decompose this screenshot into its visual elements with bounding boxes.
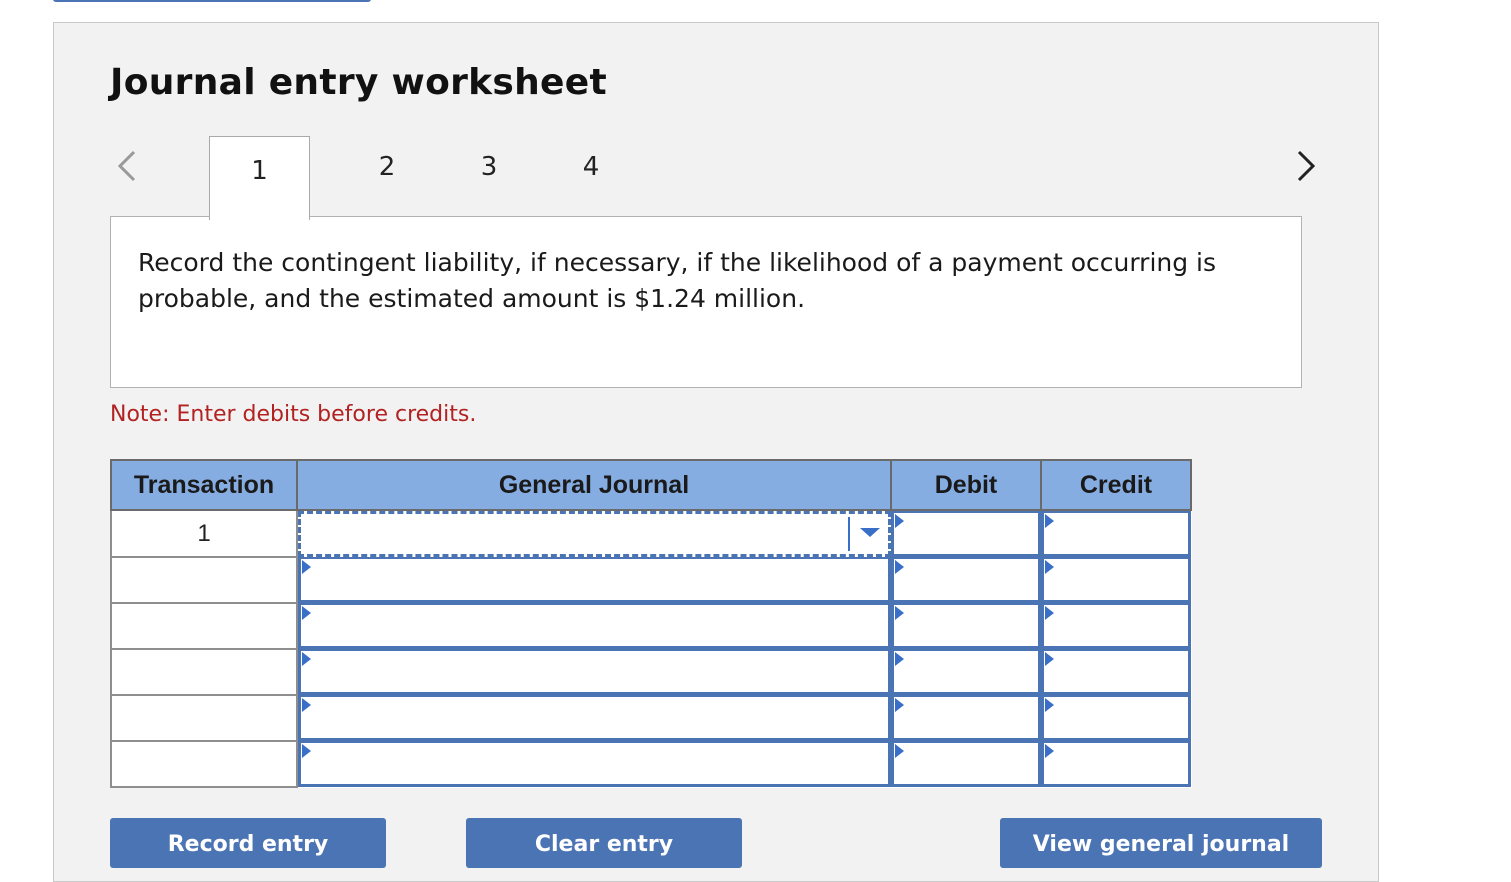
table-row: 1	[110, 509, 1191, 558]
table-row	[110, 694, 1191, 742]
table-header-row: Transaction General Journal Debit Credit	[110, 459, 1192, 511]
view-general-journal-button[interactable]: View general journal	[1000, 818, 1322, 868]
header-general-journal: General Journal	[296, 459, 892, 511]
cell-marker-icon	[302, 652, 311, 666]
note-text: Note: Enter debits before credits.	[110, 402, 477, 427]
cell-marker-icon	[302, 698, 311, 712]
table-row	[110, 648, 1191, 696]
header-debit: Debit	[890, 459, 1042, 511]
credit-input[interactable]	[1041, 741, 1191, 787]
cell-marker-icon	[895, 514, 904, 528]
credit-input[interactable]	[1041, 557, 1191, 603]
tab-1[interactable]: 1	[209, 136, 310, 220]
table-row	[110, 556, 1191, 604]
previous-section-tab-edge	[53, 0, 371, 2]
debit-input[interactable]	[891, 511, 1041, 557]
next-arrow-icon[interactable]	[1291, 146, 1321, 186]
tab-4[interactable]: 4	[576, 152, 606, 182]
cell-marker-icon	[895, 744, 904, 758]
table-row	[110, 602, 1191, 650]
account-input[interactable]	[298, 695, 891, 741]
cell-marker-icon	[895, 606, 904, 620]
prev-arrow-icon[interactable]	[112, 146, 142, 186]
cell-marker-icon	[895, 560, 904, 574]
header-credit: Credit	[1040, 459, 1192, 511]
chevron-down-icon[interactable]	[860, 528, 880, 537]
instruction-box: Record the contingent liability, if nece…	[110, 216, 1302, 388]
credit-input[interactable]	[1041, 511, 1191, 557]
debit-input[interactable]	[891, 649, 1041, 695]
cell-marker-icon	[302, 744, 311, 758]
account-input[interactable]	[298, 741, 891, 787]
cell-marker-icon	[1045, 560, 1054, 574]
debit-input[interactable]	[891, 695, 1041, 741]
account-input[interactable]	[298, 557, 891, 603]
cell-marker-icon	[895, 652, 904, 666]
cell-marker-icon	[1045, 652, 1054, 666]
transaction-cell	[110, 694, 298, 742]
credit-input[interactable]	[1041, 649, 1191, 695]
journal-table: Transaction General Journal Debit Credit…	[110, 459, 1192, 788]
clear-entry-button[interactable]: Clear entry	[466, 818, 742, 868]
cell-marker-icon	[302, 606, 311, 620]
credit-input[interactable]	[1041, 695, 1191, 741]
transaction-cell	[110, 602, 298, 650]
instruction-text: Record the contingent liability, if nece…	[138, 248, 1217, 313]
tab-3[interactable]: 3	[474, 152, 504, 182]
transaction-cell	[110, 648, 298, 696]
transaction-cell	[110, 740, 298, 788]
cell-marker-icon	[1045, 514, 1054, 528]
cell-marker-icon	[302, 560, 311, 574]
account-input[interactable]	[298, 649, 891, 695]
account-select[interactable]	[298, 511, 891, 557]
tab-2[interactable]: 2	[372, 152, 402, 182]
cell-marker-icon	[895, 698, 904, 712]
debit-input[interactable]	[891, 603, 1041, 649]
header-transaction: Transaction	[110, 459, 298, 511]
debit-input[interactable]	[891, 557, 1041, 603]
account-input[interactable]	[298, 603, 891, 649]
credit-input[interactable]	[1041, 603, 1191, 649]
cell-marker-icon	[1045, 606, 1054, 620]
cell-marker-icon	[1045, 698, 1054, 712]
record-entry-button[interactable]: Record entry	[110, 818, 386, 868]
select-divider	[848, 517, 850, 551]
transaction-cell	[110, 556, 298, 604]
page-title: Journal entry worksheet	[110, 62, 607, 103]
table-row	[110, 740, 1191, 788]
debit-input[interactable]	[891, 741, 1041, 787]
transaction-cell: 1	[110, 509, 298, 558]
cell-marker-icon	[1045, 744, 1054, 758]
